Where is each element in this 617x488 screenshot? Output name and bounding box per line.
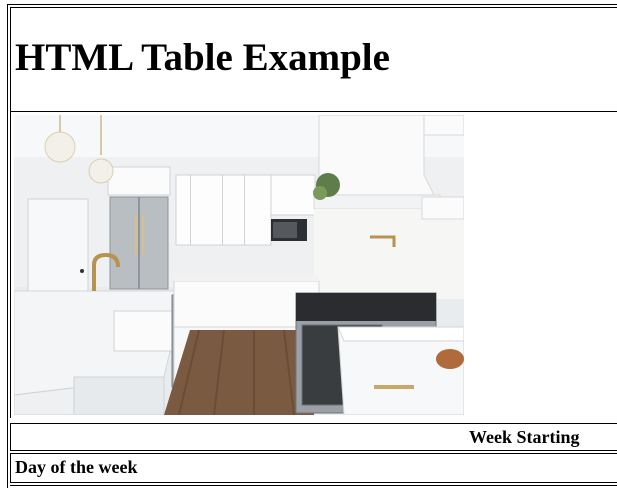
page: HTML Table Example Week Starting Day of … xyxy=(0,0,617,488)
kitchen-image xyxy=(14,115,464,415)
image-cell xyxy=(10,112,617,418)
day-of-week-header-cell: Day of the week xyxy=(10,453,617,483)
week-starting-header-cell: Week Starting xyxy=(10,423,617,451)
day-of-week-header: Day of the week xyxy=(15,457,138,477)
week-starting-header: Week Starting xyxy=(469,427,580,447)
page-title: HTML Table Example xyxy=(15,36,390,79)
table-bottom-border xyxy=(10,485,617,486)
title-cell: HTML Table Example xyxy=(10,7,617,112)
